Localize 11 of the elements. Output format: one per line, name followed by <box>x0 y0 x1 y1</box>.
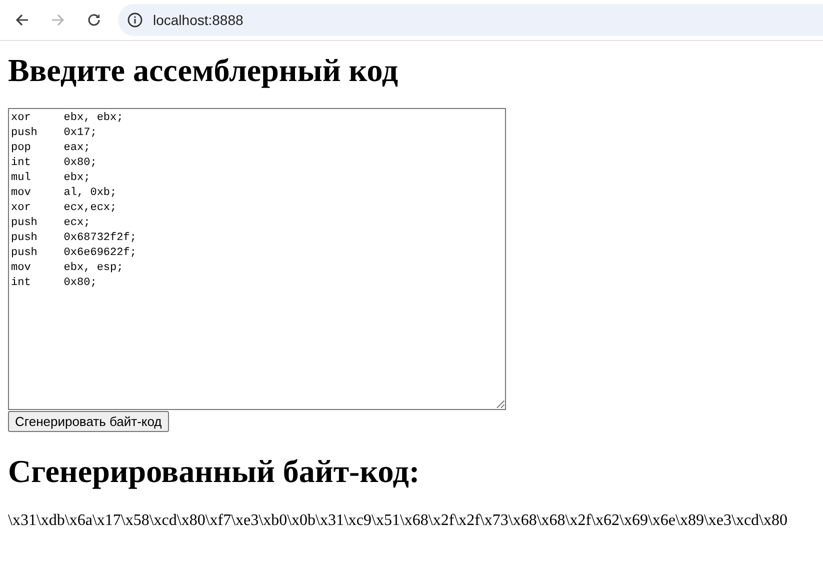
page-heading: Введите ассемблерный код <box>8 52 400 89</box>
address-bar[interactable]: localhost:8888 <box>118 4 823 36</box>
url-text: localhost:8888 <box>153 12 244 28</box>
info-icon[interactable] <box>127 12 143 28</box>
code-field[interactable]: xor ebx, ebx; push 0x17; pop eax; int 0x80; mul ebx; mov al, 0xb; xor ecx,ecx; push ecx; push 0x68732f2f; push 0x6e69622f; mov ebx, esp; int 0x80; <box>8 108 506 410</box>
back-icon <box>14 12 30 28</box>
result-heading: Сгенерированный байт-код: <box>8 453 421 490</box>
generate-button[interactable]: Сгенерировать байт-код <box>8 411 169 432</box>
forward-icon <box>50 12 66 28</box>
reload-icon <box>86 12 102 28</box>
bytecode-text: \x31\xdb\x6a\x17\x58\xcd\x80\xf7\xe3\xb0\x0b\x31\xc9\x51\x68\x2f\x2f\x73\x68\x68\x2f\x62\x69\x6e\x89\xe3\xcd\x80 <box>8 512 788 530</box>
